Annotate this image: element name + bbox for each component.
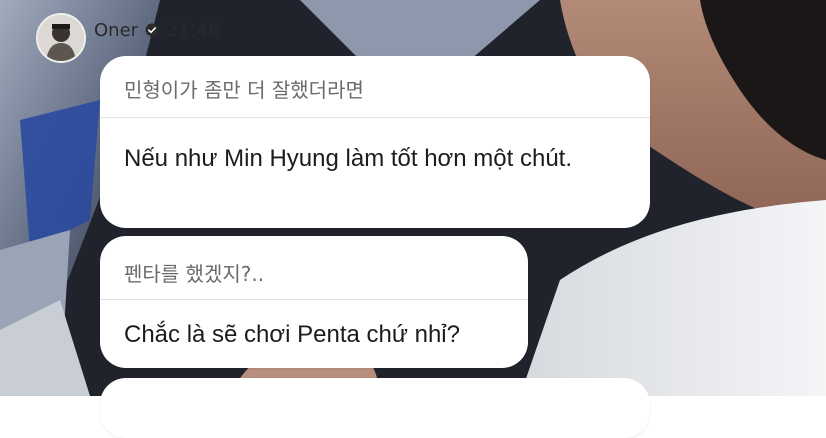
message-bubble-partial[interactable] bbox=[100, 378, 650, 438]
translated-text: Nếu như Min Hyung làm tốt hơn một chút. bbox=[124, 145, 573, 172]
message-bubble[interactable]: 펜타를 했겠지?.. Chắc là sẽ chơi Penta chứ nhỉ… bbox=[100, 236, 528, 368]
original-text: 펜타를 했겠지?.. bbox=[100, 236, 528, 300]
timestamp: 21:46 bbox=[166, 19, 221, 41]
message-bubble[interactable]: 민형이가 좀만 더 잘했더라면 Nếu như Min Hyung làm tố… bbox=[100, 56, 650, 228]
verified-check-icon bbox=[144, 22, 160, 38]
original-text: 민형이가 좀만 더 잘했더라면 bbox=[100, 56, 650, 118]
name-row: Oner 21:46 bbox=[94, 20, 220, 41]
username[interactable]: Oner bbox=[94, 20, 138, 41]
avatar[interactable] bbox=[36, 13, 86, 63]
translated-text: Chắc là sẽ chơi Penta chứ nhỉ? bbox=[124, 321, 460, 348]
